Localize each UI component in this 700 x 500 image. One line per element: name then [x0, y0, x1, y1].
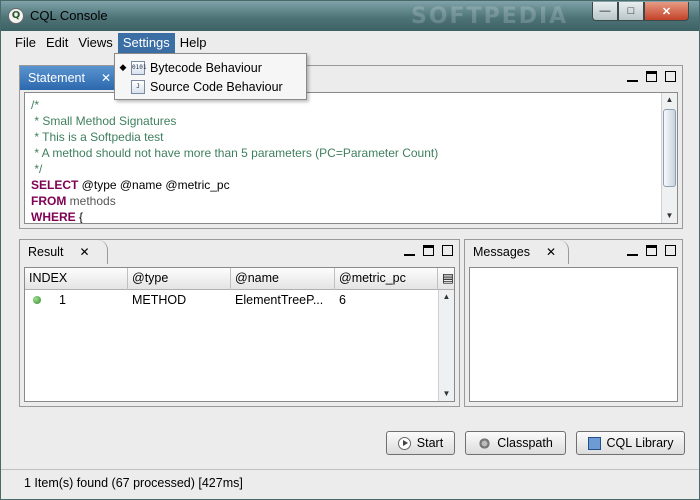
cell-type: METHOD — [132, 293, 187, 307]
view-controls — [627, 245, 676, 256]
code-line: */ — [31, 161, 657, 177]
code-keyword: WHERE — [31, 210, 76, 224]
result-tabstrip: Result ✕ — [20, 240, 459, 264]
close-button[interactable]: ✕ — [644, 2, 689, 21]
code-line: * Small Method Signatures — [31, 113, 657, 129]
menu-views[interactable]: Views — [73, 33, 117, 53]
messages-panel: Messages ✕ — [464, 239, 683, 407]
status-bar: 1 Item(s) found (67 processed) [427ms] — [1, 469, 699, 499]
column-header-metric-pc[interactable]: @metric_pc — [335, 268, 438, 290]
menu-item-source-code-behaviour[interactable]: J Source Code Behaviour — [115, 77, 306, 96]
table-scrollbar[interactable]: ▲ ▼ — [438, 290, 454, 401]
scroll-down-icon[interactable]: ▼ — [439, 387, 454, 401]
table-header: INDEX @type @name @metric_pc ▤ — [25, 268, 454, 290]
watermark: SOFTPEDIA — [411, 4, 569, 29]
title-bar[interactable]: Q CQL Console SOFTPEDIA — □ ✕ — [1, 1, 699, 31]
minimize-view-icon[interactable] — [404, 248, 415, 256]
menu-settings[interactable]: Settings — [117, 32, 175, 53]
cql-console-window: Q CQL Console SOFTPEDIA — □ ✕ File Edit … — [0, 0, 700, 500]
code-comment: */ — [31, 162, 43, 176]
view-controls — [627, 71, 676, 82]
settings-dropdown: ◆ 0101 Bytecode Behaviour J Source Code … — [114, 53, 307, 100]
minimize-button[interactable]: — — [592, 2, 618, 21]
result-table: INDEX @type @name @metric_pc ▤ 1 METHOD … — [24, 267, 455, 402]
code-text: /* * Small Method Signatures * This is a… — [31, 97, 657, 224]
code-text-segment: @type @name @metric_pc — [78, 178, 230, 192]
source-code-icon: J — [131, 79, 145, 94]
button-label: CQL Library — [606, 436, 674, 450]
messages-area[interactable] — [469, 267, 678, 402]
close-tab-icon[interactable]: ✕ — [101, 71, 111, 85]
button-label: Classpath — [497, 436, 553, 450]
button-label: Start — [416, 436, 444, 450]
start-button[interactable]: Start — [386, 431, 455, 455]
cell-metric-pc: 6 — [339, 293, 346, 307]
messages-tabstrip: Messages ✕ — [465, 240, 682, 264]
tab-label: Messages — [473, 245, 530, 259]
scroll-thumb[interactable] — [663, 109, 676, 187]
status-text: 1 Item(s) found (67 processed) [427ms] — [24, 476, 243, 490]
code-comment: /* — [31, 98, 40, 112]
cell-name: ElementTreeP... — [235, 293, 324, 307]
menu-item-bytecode-behaviour[interactable]: ◆ 0101 Bytecode Behaviour — [115, 58, 306, 77]
menu-help[interactable]: Help — [175, 33, 212, 53]
play-icon — [397, 436, 411, 450]
detach-view-icon[interactable] — [442, 245, 453, 256]
status-ok-icon — [33, 296, 41, 304]
result-panel: Result ✕ INDEX @type @name @metric_pc ▤ … — [19, 239, 460, 407]
column-header-type[interactable]: @type — [128, 268, 231, 290]
view-controls — [404, 245, 453, 256]
minimize-view-icon[interactable] — [627, 74, 638, 82]
code-line: * A method should not have more than 5 p… — [31, 145, 657, 161]
minimize-view-icon[interactable] — [627, 248, 638, 256]
cql-editor[interactable]: /* * Small Method Signatures * This is a… — [24, 92, 678, 224]
tab-label: Result — [28, 245, 64, 259]
cell-index: 1 — [59, 293, 66, 307]
code-line: WHERE { — [31, 209, 657, 224]
radio-selected-icon: ◆ — [119, 62, 127, 72]
code-line: FROM methods — [31, 193, 657, 209]
code-line: SELECT @type @name @metric_pc — [31, 177, 657, 193]
maximize-button[interactable]: □ — [618, 2, 644, 21]
tab-messages[interactable]: Messages ✕ — [465, 240, 569, 264]
code-keyword: FROM — [31, 194, 67, 208]
code-text-segment: methods — [66, 194, 116, 208]
editor-scrollbar[interactable]: ▲ ▼ — [661, 93, 677, 223]
maximize-view-icon[interactable] — [423, 245, 434, 256]
menu-file[interactable]: File — [10, 33, 41, 53]
maximize-view-icon[interactable] — [646, 71, 657, 82]
menu-item-label: Source Code Behaviour — [150, 79, 283, 94]
close-tab-icon[interactable]: ✕ — [546, 245, 556, 259]
app-icon: Q — [8, 8, 24, 24]
column-header-name[interactable]: @name — [231, 268, 335, 290]
detach-view-icon[interactable] — [665, 71, 676, 82]
menu-edit[interactable]: Edit — [41, 33, 73, 53]
maximize-view-icon[interactable] — [646, 245, 657, 256]
table-row[interactable]: 1 METHOD ElementTreeP... 6 — [25, 291, 438, 309]
code-comment: * Small Method Signatures — [31, 114, 177, 128]
scroll-up-icon[interactable]: ▲ — [662, 93, 677, 107]
tab-result[interactable]: Result ✕ — [20, 240, 108, 264]
code-comment: * This is a Softpedia test — [31, 130, 164, 144]
close-tab-icon[interactable]: ✕ — [79, 245, 89, 259]
code-keyword: SELECT — [31, 178, 79, 192]
bytecode-icon: 0101 — [131, 60, 146, 75]
scroll-up-icon[interactable]: ▲ — [439, 290, 454, 304]
menu-bar: File Edit Views Settings Help — [10, 32, 692, 53]
column-chooser-icon[interactable]: ▤ — [438, 268, 454, 290]
book-icon — [587, 436, 601, 450]
menu-item-label: Bytecode Behaviour — [150, 60, 262, 75]
code-line: * This is a Softpedia test — [31, 129, 657, 145]
code-text-segment: { — [75, 210, 84, 224]
window-title: CQL Console — [30, 8, 108, 23]
cql-library-button[interactable]: CQL Library — [576, 431, 685, 455]
detach-view-icon[interactable] — [665, 245, 676, 256]
column-header-index[interactable]: INDEX — [25, 268, 128, 290]
code-comment: * A method should not have more than 5 p… — [31, 146, 439, 160]
gear-icon — [478, 436, 492, 450]
classpath-button[interactable]: Classpath — [465, 431, 566, 455]
scroll-down-icon[interactable]: ▼ — [662, 209, 677, 223]
tab-label: Statement — [28, 71, 85, 85]
